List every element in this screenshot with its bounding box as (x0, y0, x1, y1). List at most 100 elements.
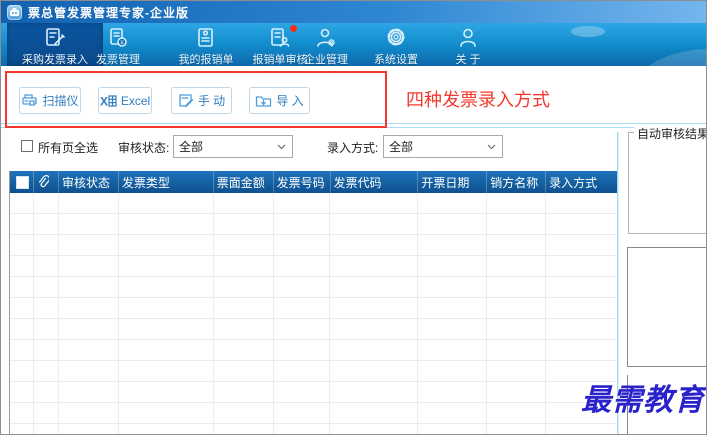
table-cell (58, 235, 119, 256)
table-cell (273, 214, 331, 235)
table-cell (213, 319, 274, 340)
table-cell (546, 319, 617, 340)
table-cell (10, 319, 34, 340)
table-cell (118, 277, 214, 298)
table-cell (487, 298, 547, 319)
table-cell (58, 214, 119, 235)
table-cell (213, 193, 274, 214)
table-cell (418, 214, 488, 235)
table-cell (418, 256, 488, 277)
tab-label: 我的报销单 (178, 54, 234, 66)
column-header[interactable]: 票面金额 (214, 171, 274, 193)
attachment-column-header[interactable] (34, 171, 59, 193)
table-row[interactable] (10, 277, 617, 298)
tab-label: 系统设置 (374, 54, 418, 66)
table-row[interactable] (10, 235, 617, 256)
separator-line (1, 123, 706, 124)
table-cell (58, 382, 119, 403)
table-cell (33, 340, 59, 361)
table-row[interactable] (10, 361, 617, 382)
entry-mode-select[interactable]: 全部 (383, 135, 503, 158)
table-cell (58, 277, 119, 298)
column-header[interactable]: 发票类型 (119, 171, 214, 193)
table-cell (487, 403, 547, 424)
table-cell (213, 382, 274, 403)
table-row[interactable] (10, 298, 617, 319)
invoice-table-header: 审核状态 发票类型 票面金额 发票号码 发票代码 开票日期 销方名称 录入方式 (10, 171, 617, 193)
entry-mode-label: 录入方式: (327, 141, 379, 155)
manual-entry-button[interactable]: 手 动 (171, 87, 232, 114)
column-header[interactable]: 开票日期 (418, 171, 488, 193)
select-all-checkbox[interactable] (21, 140, 33, 152)
table-cell (546, 298, 617, 319)
table-row[interactable] (10, 256, 617, 277)
invoice-manage-icon: ¥ (105, 25, 131, 51)
table-cell (330, 340, 419, 361)
table-cell (118, 298, 214, 319)
table-cell (58, 256, 119, 277)
table-row[interactable] (10, 382, 617, 403)
column-header[interactable]: 发票号码 (274, 171, 331, 193)
excel-import-button[interactable]: X Excel (98, 87, 152, 114)
header-select-all-checkbox[interactable] (16, 175, 29, 189)
title-bar: 票总管发票管理专家-企业版 (1, 1, 706, 23)
audit-status-label: 审核状态: (118, 141, 170, 155)
scanner-button[interactable]: 扫描仪 (19, 87, 81, 114)
table-row[interactable] (10, 214, 617, 235)
table-cell (118, 256, 214, 277)
person-gear-icon (313, 25, 339, 51)
table-cell (487, 319, 547, 340)
table-cell (274, 424, 331, 434)
table-cell (213, 361, 274, 382)
table-cell (33, 235, 59, 256)
tab-invoice-management[interactable]: ¥ 发票管理 (70, 23, 166, 66)
watermark-text: 最需教育 (581, 383, 705, 418)
import-button[interactable]: 导 入 (249, 87, 310, 114)
button-label: 扫描仪 (42, 94, 79, 108)
table-cell (10, 424, 34, 434)
column-header[interactable]: 审核状态 (59, 171, 119, 193)
table-cell (213, 340, 274, 361)
table-cell (546, 193, 617, 214)
header-checkbox-cell[interactable] (10, 171, 34, 193)
table-row[interactable] (10, 193, 617, 214)
table-cell (487, 361, 547, 382)
table-cell (273, 403, 331, 424)
table-cell (273, 256, 331, 277)
table-cell (546, 277, 617, 298)
column-header[interactable]: 销方名称 (487, 171, 547, 193)
table-cell (10, 403, 34, 424)
table-cell (273, 193, 331, 214)
audit-status-select[interactable]: 全部 (173, 135, 293, 158)
table-row[interactable] (10, 340, 617, 361)
table-cell (10, 193, 34, 214)
table-cell (58, 361, 119, 382)
table-cell (487, 382, 547, 403)
column-header[interactable]: 录入方式 (546, 171, 617, 193)
column-header[interactable]: 发票代码 (331, 171, 419, 193)
table-row[interactable] (10, 319, 617, 340)
table-cell (418, 361, 488, 382)
table-cell (118, 235, 214, 256)
table-cell (213, 277, 274, 298)
table-cell (418, 277, 488, 298)
table-cell (10, 361, 34, 382)
combo-value: 全部 (389, 140, 414, 154)
scanner-icon (21, 93, 38, 108)
import-folder-icon (255, 94, 272, 108)
tab-about[interactable]: 关 于 (420, 23, 516, 66)
table-cell (546, 256, 617, 277)
table-row[interactable] (10, 403, 617, 424)
table-cell (273, 298, 331, 319)
table-cell (418, 382, 488, 403)
table-cell (418, 298, 488, 319)
table-cell (10, 298, 34, 319)
table-cell (546, 424, 617, 434)
table-cell (273, 319, 331, 340)
table-row[interactable] (10, 424, 617, 434)
table-cell (418, 319, 488, 340)
invoice-table: 审核状态 发票类型 票面金额 发票号码 发票代码 开票日期 销方名称 录入方式 (9, 171, 617, 434)
table-cell (418, 403, 488, 424)
excel-icon: X (100, 94, 117, 108)
audit-detail-box (627, 247, 706, 367)
